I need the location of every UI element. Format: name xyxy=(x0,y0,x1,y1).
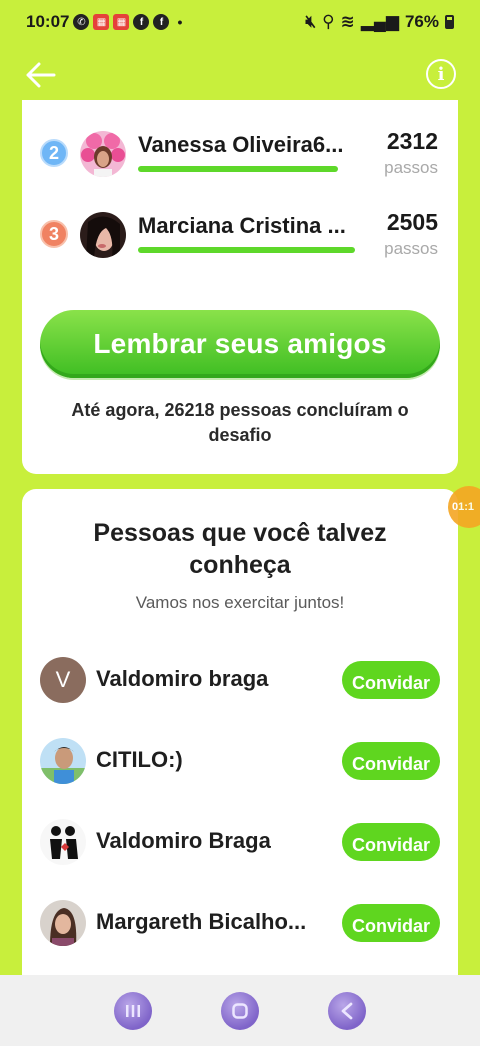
section-title: Pessoas que você talvez conheça xyxy=(93,519,387,579)
step-unit: passos xyxy=(384,158,438,177)
home-icon[interactable] xyxy=(220,991,259,1030)
avatar xyxy=(40,738,86,784)
step-progress-bar xyxy=(138,247,355,253)
step-unit: passos xyxy=(384,239,438,258)
leaderboard-name: Marciana Cristina ... xyxy=(138,213,346,238)
step-count: 2505 xyxy=(386,209,438,235)
list-item: Valdomiro Braga Convidar xyxy=(22,812,458,872)
list-item: CITILO:) Convidar xyxy=(22,731,458,791)
status-left: 10:07 ✆ ▦ ▦ f f • xyxy=(26,12,182,32)
whatsapp-icon: ✆ xyxy=(73,14,90,30)
person-name: CITILO:) xyxy=(96,747,183,772)
battery-level: 76% xyxy=(404,12,439,31)
signal-icon: ▂▄▆ xyxy=(360,12,399,31)
invite-button[interactable]: Convidar xyxy=(342,823,440,861)
person-name: Margareth Bicalho... xyxy=(96,909,307,934)
avatar xyxy=(80,131,126,177)
people-you-may-know-card: Pessoas que você talvez conheça Vamos no… xyxy=(22,489,458,1009)
avatar xyxy=(40,900,86,946)
avatar: V xyxy=(40,657,86,703)
leaderboard-row[interactable]: 3 Marciana Cristina ... 2505 passos xyxy=(22,205,458,265)
app-notification-icon-2: ▦ xyxy=(113,14,130,30)
app-screen: 10:07 ✆ ▦ ▦ f f • 🔇︎ ⚲ ≋ ▂▄▆ 76% i 2 Van… xyxy=(0,0,480,1046)
rank-badge: 2 xyxy=(40,139,68,167)
status-bar: 10:07 ✆ ▦ ▦ f f • 🔇︎ ⚲ ≋ ▂▄▆ 76% xyxy=(0,0,480,44)
facebook-icon-2: f xyxy=(153,14,170,30)
invite-button[interactable]: Convidar xyxy=(342,742,440,780)
leaderboard-card: 2 Vanessa Oliveira6... 2312 passos 3 Mar… xyxy=(22,100,458,474)
completed-count-text: Até agora, 26218 pessoas concluíram o de… xyxy=(71,400,409,445)
rank-badge: 3 xyxy=(40,220,68,248)
system-nav-bar xyxy=(0,975,480,1046)
location-icon: ⚲ xyxy=(322,12,335,31)
clock: 10:07 xyxy=(26,12,70,31)
person-name: Valdomiro Braga xyxy=(96,828,271,853)
recent-apps-icon[interactable] xyxy=(114,991,153,1030)
list-item: Margareth Bicalho... Convidar xyxy=(22,893,458,953)
avatar xyxy=(80,212,126,258)
mute-icon: 🔇︎ xyxy=(305,12,317,31)
battery-icon xyxy=(445,15,454,29)
wifi-icon: ≋ xyxy=(340,12,355,31)
remind-friends-button[interactable]: Lembrar seus amigos xyxy=(40,310,440,378)
leaderboard-row[interactable]: 2 Vanessa Oliveira6... 2312 passos xyxy=(22,124,458,184)
avatar xyxy=(40,819,86,865)
step-progress-bar xyxy=(138,166,338,172)
back-arrow-icon[interactable] xyxy=(24,58,58,92)
invite-button[interactable]: Convidar xyxy=(342,904,440,942)
step-count: 2312 xyxy=(386,128,438,154)
info-icon[interactable]: i xyxy=(426,59,456,89)
more-notifications-icon: • xyxy=(177,14,183,30)
person-name: Valdomiro braga xyxy=(96,666,269,691)
section-subtitle: Vamos nos exercitar juntos! xyxy=(135,593,345,612)
facebook-icon: f xyxy=(133,14,150,30)
leaderboard-name: Vanessa Oliveira6... xyxy=(138,132,344,157)
app-notification-icon: ▦ xyxy=(93,14,110,30)
status-right: 🔇︎ ⚲ ≋ ▂▄▆ 76% xyxy=(305,12,454,32)
list-item: V Valdomiro braga Convidar xyxy=(22,650,458,710)
back-nav-icon[interactable] xyxy=(327,991,366,1030)
invite-button[interactable]: Convidar xyxy=(342,661,440,699)
